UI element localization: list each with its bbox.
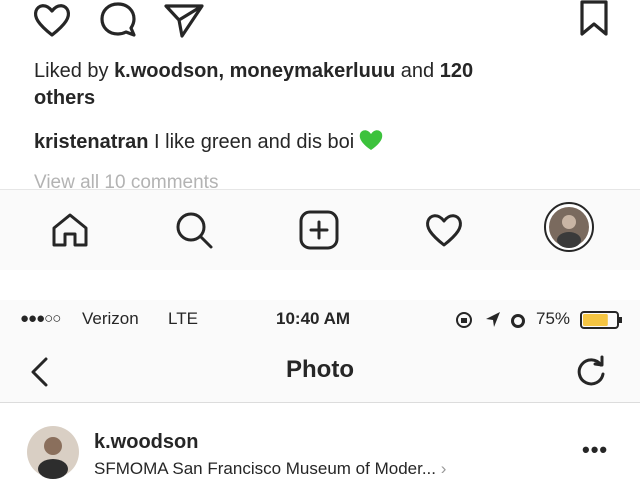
new-post-icon[interactable] [298, 210, 340, 250]
post-header: k.woodson SFMOMA San Francisco Museum of… [0, 403, 640, 480]
likes-separator: , [218, 60, 230, 82]
green-heart-emoji-icon [358, 128, 384, 160]
bookmark-icon[interactable] [578, 0, 610, 40]
battery-percent: 75% [536, 309, 571, 328]
likes-prefix: Liked by [34, 60, 115, 82]
screenshot-gap [0, 270, 640, 300]
comment-username[interactable]: kristenatran [34, 131, 149, 153]
battery-fill [583, 314, 608, 326]
post-action-row [0, 0, 640, 52]
orientation-lock-icon [454, 310, 474, 330]
post-location-text: SFMOMA San Francisco Museum of Moder... [94, 459, 437, 478]
comment: kristenatran I like green and dis boi [34, 128, 594, 160]
status-bar: ●●●○○ Verizon LTE 10:40 AM 75% [0, 300, 640, 340]
liked-by-user[interactable]: k.woodson [114, 60, 218, 82]
chevron-right-icon: › [440, 459, 447, 478]
comment-text: I like green and dis boi [148, 131, 355, 153]
profile-avatar[interactable] [544, 202, 594, 252]
liked-by-user[interactable]: moneymakerluuu [230, 60, 396, 82]
carrier-name: Verizon [82, 309, 139, 328]
comment-bubble-icon[interactable] [98, 0, 138, 40]
alarm-icon [508, 310, 528, 330]
refresh-icon[interactable] [574, 354, 608, 388]
post-username[interactable]: k.woodson [94, 431, 198, 454]
likes-others-label[interactable]: others [34, 87, 95, 109]
nav-bar: Photo [0, 340, 640, 403]
paper-plane-icon[interactable] [162, 0, 206, 40]
home-icon[interactable] [50, 212, 90, 248]
page-title: Photo [286, 356, 354, 383]
search-icon[interactable] [174, 210, 214, 250]
network-type: LTE [168, 309, 198, 328]
status-time: 10:40 AM [276, 309, 351, 328]
avatar[interactable] [26, 425, 80, 479]
tab-bar [0, 190, 640, 270]
signal-strength: ●●●○○ [20, 310, 61, 327]
location-arrow-icon [484, 310, 502, 330]
activity-heart-icon[interactable] [424, 212, 464, 248]
heart-outline-icon[interactable] [32, 2, 72, 38]
likes-others-count[interactable]: 120 [440, 60, 473, 82]
likes-and: and [395, 60, 440, 82]
view-all-comments-link[interactable]: View all 10 comments [34, 170, 218, 190]
battery-icon [580, 310, 624, 330]
ellipsis-icon[interactable]: ••• [582, 437, 608, 463]
post-location[interactable]: SFMOMA San Francisco Museum of Moder... … [94, 459, 446, 479]
likes-summary: Liked by k.woodson, moneymakerluuu and 1… [34, 58, 594, 112]
